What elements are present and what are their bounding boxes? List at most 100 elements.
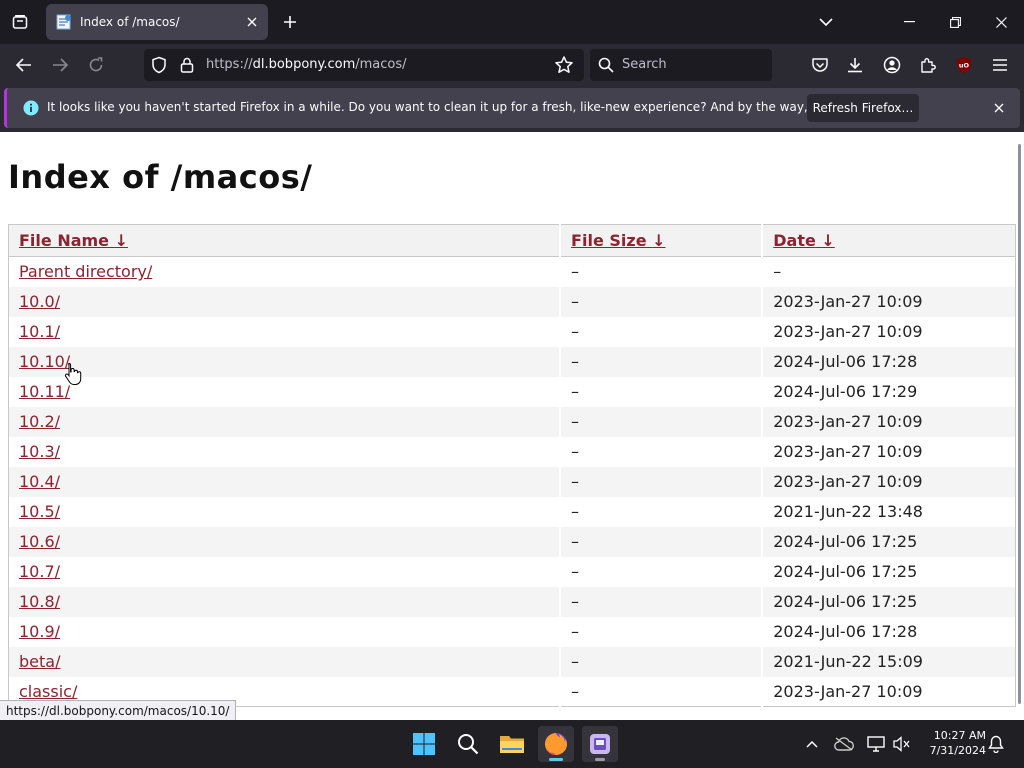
running-indicator [595, 758, 605, 761]
sort-by-file-size-link[interactable]: File Size ↓ [571, 231, 665, 250]
file-size-cell: – [560, 316, 764, 347]
file-date-cell: 2024-Jul-06 17:29 [773, 382, 918, 401]
hand-pointer-cursor-icon [64, 362, 82, 385]
sort-arrow-icon: ↓ [652, 231, 666, 250]
file-link[interactable]: 10.1/ [19, 322, 60, 341]
window-close-icon[interactable] [978, 0, 1024, 44]
file-link[interactable]: 10.5/ [19, 502, 60, 521]
back-arrow-icon[interactable] [8, 49, 40, 81]
windows-start-icon[interactable] [406, 726, 442, 762]
search-icon [598, 57, 614, 73]
hamburger-menu-icon[interactable] [988, 53, 1012, 77]
taskbar-search-icon[interactable] [450, 726, 486, 762]
sort-by-file-name-link[interactable]: File Name ↓ [19, 231, 128, 250]
pocket-icon[interactable] [808, 53, 832, 77]
file-name-cell: 10.1/ [8, 316, 562, 347]
file-explorer-icon[interactable] [494, 726, 530, 762]
close-notification-icon[interactable] [989, 98, 1009, 118]
notification-text: It looks like you haven't started Firefo… [47, 100, 903, 114]
file-size-cell: – [560, 256, 764, 287]
onedrive-cloud-icon[interactable] [834, 734, 854, 754]
extensions-puzzle-icon[interactable] [916, 53, 940, 77]
bookmark-star-icon[interactable] [554, 55, 574, 75]
scrollbar[interactable] [1016, 132, 1024, 720]
restore-icon[interactable] [932, 0, 978, 44]
url-scheme: https:// [206, 57, 253, 72]
file-date-cell: 2023-Jan-27 10:09 [762, 286, 1016, 317]
page-content: Index of /macos/ File Name ↓ File Size ↓… [0, 132, 1016, 720]
table-row: Parent directory/ – – [8, 256, 1016, 287]
file-size-cell: – [560, 406, 764, 437]
info-icon [23, 100, 39, 116]
network-icon[interactable] [866, 734, 886, 754]
file-size-cell: – [560, 616, 764, 647]
url-bar[interactable]: https://dl.bobpony.com/macos/ [144, 49, 584, 81]
table-row: 10.9/ – 2024-Jul-06 17:28 [8, 616, 1016, 647]
refresh-firefox-button[interactable]: Refresh Firefox… [807, 94, 919, 122]
file-size-cell: – [560, 586, 764, 617]
file-date-cell: 2023-Jan-27 10:09 [762, 406, 1016, 437]
table-row: 10.8/ – 2024-Jul-06 17:25 [8, 586, 1016, 617]
table-row: 10.7/ – 2024-Jul-06 17:25 [8, 556, 1016, 587]
system-clock[interactable]: 10:27 AM 7/31/2024 [916, 728, 986, 758]
file-size-cell: – [560, 346, 764, 377]
firefox-icon[interactable] [538, 726, 574, 762]
file-link[interactable]: 10.0/ [19, 292, 60, 311]
url-path: /macos/ [355, 57, 407, 72]
file-link[interactable]: 10.2/ [19, 412, 60, 431]
file-date-cell: 2023-Jan-27 10:09 [773, 681, 923, 701]
tab-active[interactable]: Index of /macos/ [46, 4, 268, 40]
file-link[interactable]: 10.10/ [19, 352, 70, 371]
file-link[interactable]: 10.4/ [19, 472, 60, 491]
app-icon[interactable] [582, 726, 618, 762]
sort-by-date-link[interactable]: Date ↓ [773, 231, 835, 250]
download-icon[interactable] [843, 53, 867, 77]
file-link[interactable]: classic/ [19, 682, 77, 701]
svg-text:uO: uO [959, 62, 970, 70]
file-link[interactable]: 10.6/ [19, 532, 60, 551]
account-icon[interactable] [880, 53, 904, 77]
file-link[interactable]: Parent directory/ [19, 262, 152, 281]
column-label: File Size [571, 231, 647, 250]
clock-date: 7/31/2024 [929, 744, 986, 757]
new-tab-icon[interactable] [274, 6, 306, 38]
file-link[interactable]: 10.3/ [19, 442, 60, 461]
reload-icon[interactable] [80, 49, 112, 81]
ublock-origin-icon[interactable]: uO [952, 53, 976, 77]
close-tab-icon[interactable] [240, 10, 264, 34]
file-date-cell: 2023-Jan-27 10:09 [762, 466, 1016, 497]
file-size-cell: – [560, 496, 764, 527]
file-date-cell: 2021-Jun-22 15:09 [762, 646, 1016, 677]
file-link[interactable]: 10.11/ [19, 382, 70, 401]
notification-bar: It looks like you haven't started Firefo… [0, 86, 1024, 132]
minimize-icon[interactable] [886, 0, 932, 44]
lock-icon[interactable] [178, 56, 196, 74]
volume-muted-icon[interactable] [892, 734, 912, 754]
column-label: Date [773, 231, 816, 250]
table-row: 10.0/ – 2023-Jan-27 10:09 [8, 286, 1016, 317]
file-date-cell: 2024-Jul-06 17:25 [762, 526, 1016, 557]
sort-arrow-icon: ↓ [114, 231, 129, 250]
scrollbar-thumb[interactable] [1018, 144, 1021, 704]
file-link[interactable]: beta/ [19, 652, 60, 671]
table-row: 10.10/ – 2024-Jul-06 17:28 [8, 346, 1016, 377]
file-link[interactable]: 10.9/ [19, 622, 60, 641]
table-row: 10.4/ – 2023-Jan-27 10:09 [8, 466, 1016, 497]
file-size-cell: – [560, 376, 764, 407]
chevron-down-icon[interactable] [810, 6, 842, 38]
search-placeholder: Search [622, 57, 667, 72]
url-text[interactable]: https://dl.bobpony.com/macos/ [206, 57, 407, 72]
file-link[interactable]: 10.7/ [19, 562, 60, 581]
page-favicon-icon [56, 14, 72, 30]
tracking-shield-icon[interactable] [150, 56, 168, 74]
file-size-cell: – [560, 436, 764, 467]
search-input[interactable]: Search [590, 49, 772, 81]
page-title: Index of /macos/ [8, 158, 313, 196]
list-all-tabs-icon[interactable] [4, 6, 36, 38]
chevron-up-icon[interactable] [802, 734, 822, 754]
forward-arrow-icon[interactable] [44, 49, 76, 81]
file-name-cell: 10.2/ [8, 406, 562, 437]
notification-bell-icon[interactable] [986, 734, 1006, 754]
file-name-cell: 10.5/ [8, 496, 562, 527]
file-link[interactable]: 10.8/ [19, 592, 60, 611]
